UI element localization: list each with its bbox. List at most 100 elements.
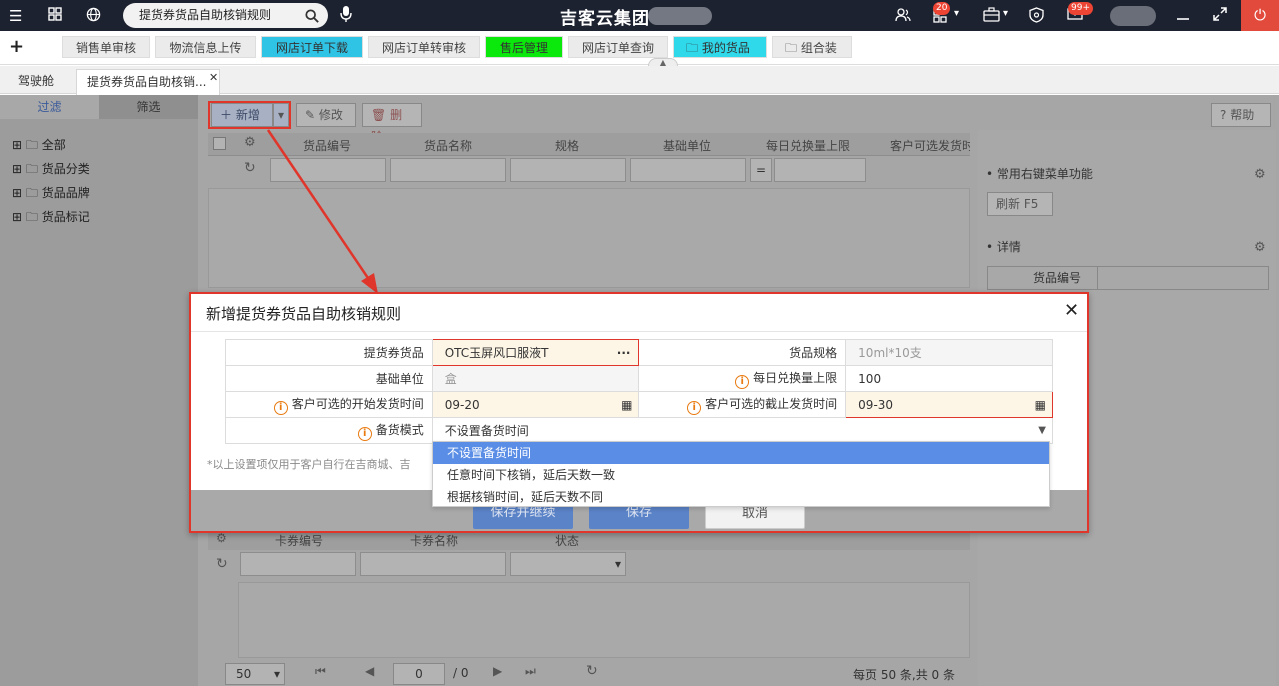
filter-input[interactable]: [774, 158, 866, 182]
close-icon[interactable]: ✕: [1064, 300, 1079, 321]
filter-input[interactable]: [390, 158, 506, 182]
daily-limit-input[interactable]: 100: [845, 365, 1053, 392]
filter-input[interactable]: [510, 158, 626, 182]
add-quick-tab-icon[interactable]: +: [9, 36, 24, 57]
search-text: 提货券货品自助核销规则: [139, 8, 272, 22]
page-size-value: 50: [236, 667, 252, 681]
column-header[interactable]: 状态: [555, 532, 579, 549]
more-icon[interactable]: ···: [617, 341, 631, 365]
delete-button[interactable]: 🗑 删除: [362, 103, 422, 144]
gear-icon[interactable]: ⚙: [1254, 167, 1266, 182]
chevron-down-icon[interactable]: ▼: [1038, 419, 1046, 443]
next-page-icon[interactable]: ▶: [493, 664, 502, 678]
globe-icon[interactable]: [86, 7, 101, 26]
gear-icon[interactable]: ⚙: [216, 531, 227, 545]
stock-mode-select[interactable]: 不设置备货时间 ▼: [431, 417, 1054, 444]
end-date-picker[interactable]: 09-30 ▦: [845, 391, 1053, 418]
search-input[interactable]: 提货券货品自助核销规则: [123, 3, 328, 28]
label-text: 提货券货品: [363, 346, 424, 360]
quick-tab-combo[interactable]: 🗀 组合装: [772, 36, 852, 58]
tree-node-tag[interactable]: ⊞ 🗀 货品标记: [12, 208, 90, 229]
daily-limit-label: i 每日兑换量上限: [638, 365, 847, 392]
tree-node-category[interactable]: ⊞ 🗀 货品分类: [12, 160, 90, 181]
select-all-checkbox[interactable]: [213, 137, 226, 150]
column-header[interactable]: 规格: [555, 137, 579, 154]
end-time-label: i 客户可选的截止发货时间: [638, 391, 847, 418]
dropdown-option-selected[interactable]: 不设置备货时间: [433, 442, 1049, 464]
power-icon[interactable]: ⏻: [1241, 0, 1279, 31]
quick-tab-order-to-review[interactable]: 网店订单转审核: [368, 36, 480, 58]
filter-input[interactable]: [360, 552, 506, 576]
prev-page-icon[interactable]: ◀: [365, 664, 374, 678]
search-icon[interactable]: [305, 3, 319, 32]
calendar-icon[interactable]: ▦: [621, 393, 632, 417]
quick-tab-sales-review[interactable]: 销售单审核: [62, 36, 150, 58]
blurred-user-name: [1110, 6, 1156, 26]
quick-tab-my-products[interactable]: 🗀 我的货品: [673, 36, 767, 58]
shield-icon[interactable]: [1029, 7, 1044, 27]
column-header[interactable]: 卡券名称: [410, 532, 458, 549]
filter-input[interactable]: [630, 158, 746, 182]
start-date-picker[interactable]: 09-20 ▦: [431, 391, 640, 418]
briefcase-icon[interactable]: [983, 7, 1000, 26]
gear-icon[interactable]: ⚙: [1254, 240, 1266, 255]
refresh-icon[interactable]: ↻: [244, 160, 256, 176]
close-tab-icon[interactable]: ✕: [209, 71, 218, 84]
quick-tab-logistics-upload[interactable]: 物流信息上传: [155, 36, 256, 58]
chevron-down-icon[interactable]: ▾: [1003, 8, 1008, 19]
blurred-tenant-name: [648, 7, 712, 25]
page-tab-active[interactable]: 提货券货品自助核销...: [76, 69, 220, 95]
minimize-icon[interactable]: [1176, 7, 1190, 25]
divider: [191, 331, 1087, 332]
chevron-down-icon[interactable]: ▾: [954, 8, 959, 19]
filter-input[interactable]: [240, 552, 356, 576]
info-icon: i: [273, 400, 288, 415]
help-button[interactable]: ? 帮助: [1211, 103, 1271, 127]
help-button-label: 帮助: [1230, 108, 1255, 122]
filter-operator[interactable]: =: [750, 158, 772, 182]
annotation-highlight-box: [208, 101, 291, 129]
maximize-icon[interactable]: [1213, 7, 1227, 25]
apps-grid-icon[interactable]: [48, 7, 62, 25]
tree-node-brand[interactable]: ⊞ 🗀 货品品牌: [12, 184, 90, 205]
column-header[interactable]: 客户可选发货时: [890, 137, 970, 154]
label-text: 客户可选的开始发货时间: [291, 396, 424, 411]
edit-button[interactable]: ✎ 修改: [296, 103, 356, 127]
spec-value: 10ml*10支: [845, 339, 1053, 366]
tree-node-all[interactable]: ⊞ 🗀 全部: [12, 136, 66, 157]
quick-tab-after-sales[interactable]: 售后管理: [485, 36, 563, 58]
quick-tab-order-query[interactable]: 网店订单查询: [568, 36, 668, 58]
refresh-f5-button[interactable]: 刷新 F5: [987, 192, 1053, 216]
dialog-note: *以上设置项仅用于客户自行在吉商城、吉: [207, 458, 411, 471]
dropdown-option[interactable]: 根据核销时间，延后天数不同: [433, 486, 1049, 508]
info-icon: i: [357, 426, 372, 441]
gear-icon[interactable]: ⚙: [244, 135, 256, 150]
trash-icon: 🗑: [371, 108, 387, 122]
page-size-select[interactable]: 50 ▾: [225, 663, 285, 685]
right-section-title: • 详情: [986, 240, 1021, 254]
microphone-icon[interactable]: [340, 5, 352, 27]
dropdown-option[interactable]: 任意时间下核销，延后天数一致: [433, 464, 1049, 486]
refresh-icon[interactable]: ↻: [586, 663, 598, 679]
first-page-icon[interactable]: ⏮: [315, 664, 326, 679]
column-header[interactable]: 货品名称: [424, 137, 472, 154]
users-icon[interactable]: [895, 7, 911, 27]
column-header[interactable]: 卡券编号: [275, 532, 323, 549]
column-header[interactable]: 每日兑换量上限: [766, 137, 850, 154]
tab-filter[interactable]: 过滤: [0, 95, 99, 119]
page-total: / 0: [453, 666, 469, 680]
end-date-value: 09-30: [858, 397, 894, 412]
last-page-icon[interactable]: ⏭: [525, 664, 536, 679]
quick-tab-order-download[interactable]: 网店订单下载: [261, 36, 363, 58]
detail-row: 货品编号: [987, 266, 1269, 290]
tab-select[interactable]: 筛选: [99, 95, 198, 119]
calendar-icon[interactable]: ▦: [1035, 393, 1046, 417]
info-icon: i: [687, 400, 702, 415]
refresh-icon[interactable]: ↻: [216, 556, 228, 572]
page-number-input[interactable]: 0: [393, 663, 445, 685]
column-header[interactable]: 基础单位: [663, 137, 711, 154]
product-picker[interactable]: OTC玉屏风口服液T ···: [431, 339, 640, 366]
status-filter-select[interactable]: ▾: [510, 552, 626, 576]
page-tab-cockpit[interactable]: 驾驶舱: [8, 69, 64, 95]
menu-icon[interactable]: ☰: [9, 7, 22, 25]
